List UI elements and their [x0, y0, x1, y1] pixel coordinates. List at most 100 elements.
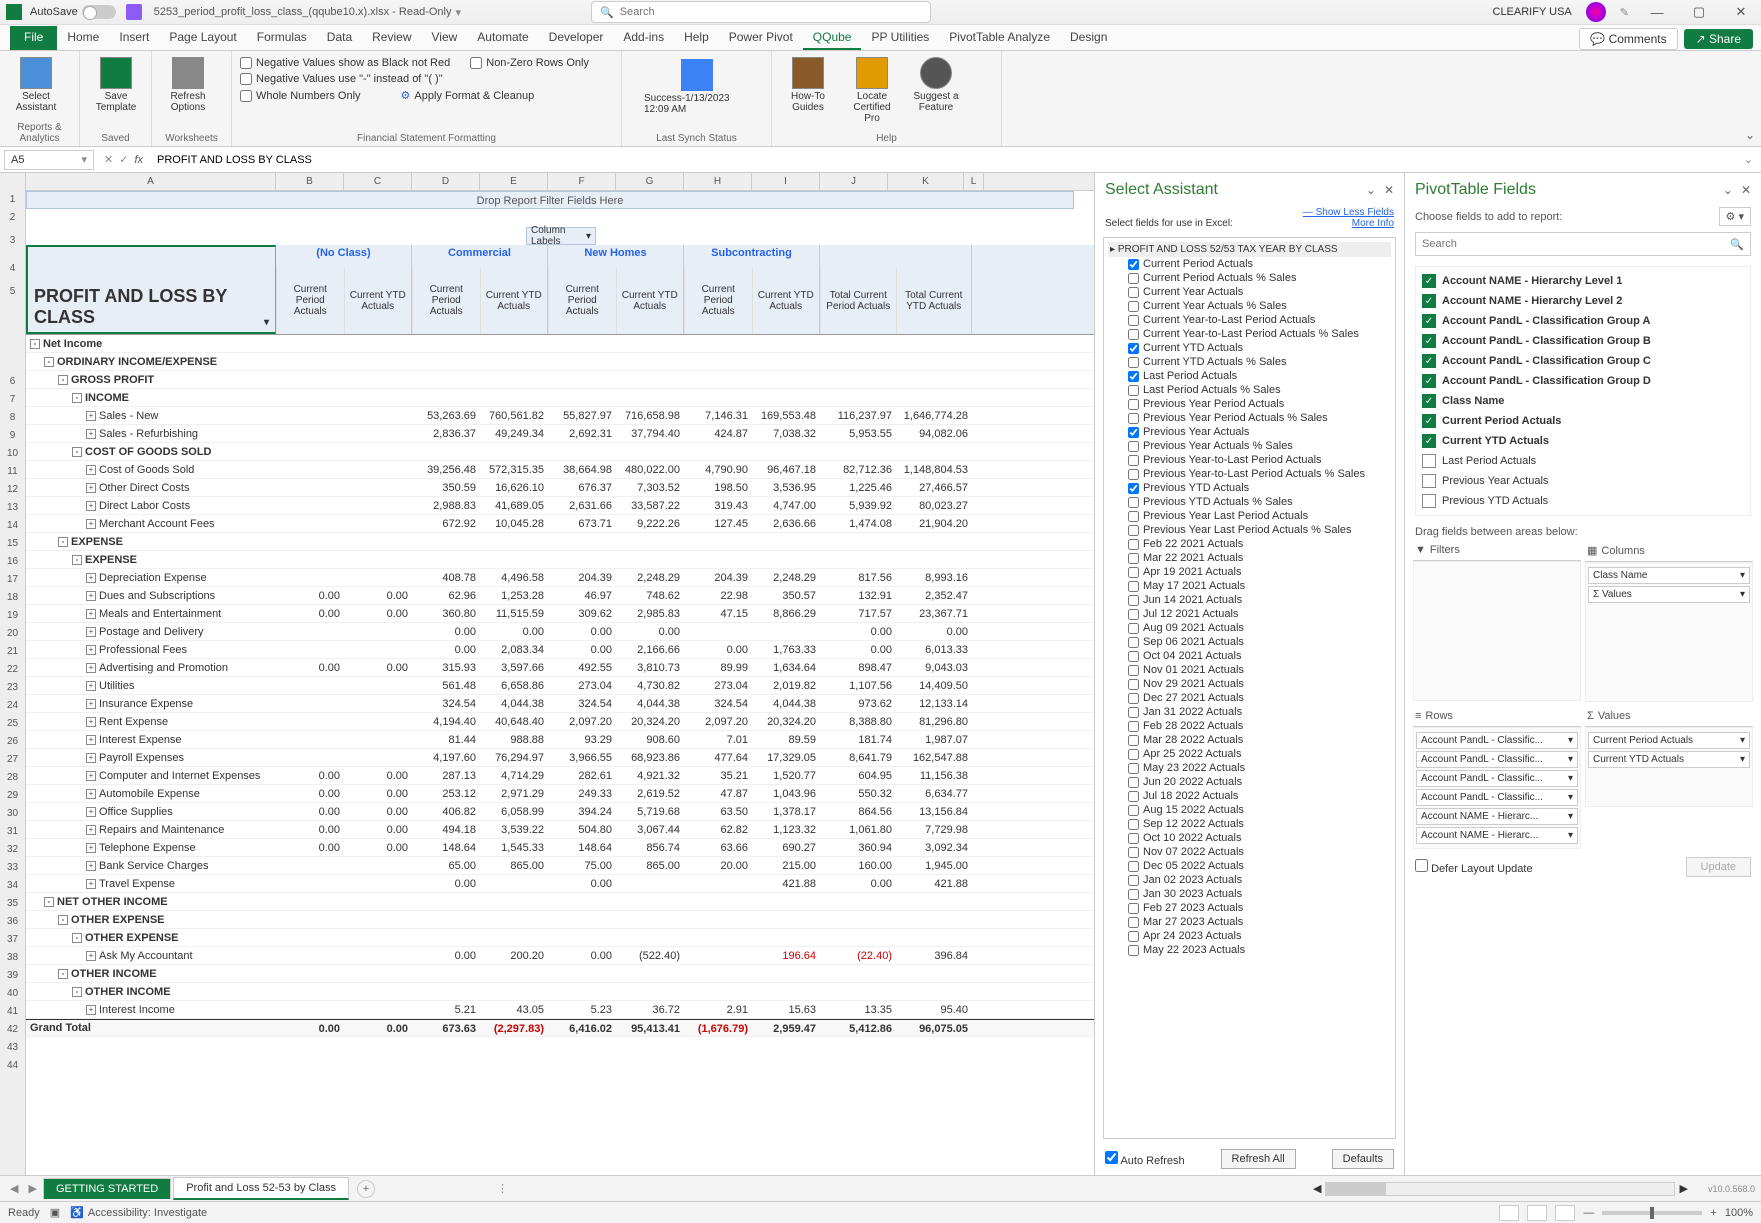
cell-value[interactable]: 8,641.79	[820, 749, 896, 766]
cell-value[interactable]	[344, 335, 412, 352]
cell-value[interactable]	[412, 335, 480, 352]
cell-value[interactable]: 864.56	[820, 803, 896, 820]
sa-field-checkbox[interactable]	[1128, 301, 1139, 312]
cell-value[interactable]	[276, 551, 344, 568]
cell-value[interactable]	[896, 551, 972, 568]
user-name[interactable]: CLEARIFY USA	[1493, 6, 1572, 18]
row-header-29[interactable]: 29	[0, 787, 25, 805]
sa-field-checkbox[interactable]	[1128, 525, 1139, 536]
pf-field-checkbox[interactable]: ✓	[1422, 294, 1436, 308]
accept-formula-icon[interactable]: ✓	[119, 153, 128, 166]
cell-value[interactable]	[344, 875, 412, 892]
sheet-tab-getting-started[interactable]: GETTING STARTED	[43, 1178, 171, 1199]
expand-icon[interactable]: +	[86, 717, 96, 727]
cell-value[interactable]	[616, 893, 684, 910]
cell-value[interactable]: 2,248.29	[752, 569, 820, 586]
sa-field-checkbox[interactable]	[1128, 805, 1139, 816]
cell-value[interactable]: 561.48	[412, 677, 480, 694]
sa-field-tree[interactable]: ▸ PROFIT AND LOSS 52/53 TAX YEAR BY CLAS…	[1103, 237, 1396, 1139]
sa-field-checkbox[interactable]	[1128, 385, 1139, 396]
hscroll-left-icon[interactable]: ◀	[1313, 1182, 1321, 1195]
sheet-nav-prev-icon[interactable]: ◀	[6, 1182, 22, 1195]
auto-refresh-checkbox[interactable]: Auto Refresh	[1105, 1151, 1185, 1167]
cell-value[interactable]: 12,133.14	[896, 695, 972, 712]
cell-value[interactable]	[276, 443, 344, 460]
pf-area-pill[interactable]: Account NAME - Hierarc...▾	[1416, 808, 1578, 825]
row-header-6[interactable]: 6	[0, 373, 25, 391]
sa-field-checkbox[interactable]	[1128, 497, 1139, 508]
cell-value[interactable]	[344, 407, 412, 424]
cell-value[interactable]: 80,023.27	[896, 497, 972, 514]
cell-value[interactable]	[276, 623, 344, 640]
cell-value[interactable]: 898.47	[820, 659, 896, 676]
cell-value[interactable]: 13,156.84	[896, 803, 972, 820]
cell-value[interactable]	[684, 443, 752, 460]
row-header-23[interactable]: 23	[0, 679, 25, 697]
cell-value[interactable]: 14,409.50	[896, 677, 972, 694]
cell-value[interactable]	[412, 443, 480, 460]
cell-value[interactable]: 8,388.80	[820, 713, 896, 730]
cell-value[interactable]: 908.60	[616, 731, 684, 748]
sa-field-checkbox[interactable]	[1128, 833, 1139, 844]
sa-field-item[interactable]: Jul 18 2022 Actuals	[1108, 789, 1391, 803]
sa-field-checkbox[interactable]	[1128, 693, 1139, 704]
sa-field-checkbox[interactable]	[1128, 455, 1139, 466]
cell-value[interactable]	[344, 731, 412, 748]
cell-value[interactable]	[684, 983, 752, 1000]
col-header-J[interactable]: J	[820, 173, 888, 190]
sa-field-item[interactable]: Mar 28 2022 Actuals	[1108, 733, 1391, 747]
cell-value[interactable]	[480, 875, 548, 892]
zoom-out-button[interactable]: —	[1583, 1207, 1594, 1219]
cell-value[interactable]: 196.64	[752, 947, 820, 964]
cell-value[interactable]: 0.00	[344, 767, 412, 784]
expand-icon[interactable]: +	[86, 699, 96, 709]
sa-field-item[interactable]: Previous Year-to-Last Period Actuals % S…	[1108, 467, 1391, 481]
cell-value[interactable]: 604.95	[820, 767, 896, 784]
suggest-feature-button[interactable]: Suggest a Feature	[908, 55, 964, 115]
row-header-39[interactable]: 39	[0, 967, 25, 985]
sheet-split-icon[interactable]: ⋮	[497, 1182, 508, 1195]
tab-pp-utilities[interactable]: PP Utilities	[861, 26, 939, 50]
cell-value[interactable]: 0.00	[548, 641, 616, 658]
cell-value[interactable]: 200.20	[480, 947, 548, 964]
maximize-button[interactable]: ▢	[1685, 4, 1713, 20]
cell-value[interactable]: 1,763.33	[752, 641, 820, 658]
pf-field-checkbox[interactable]: ✓	[1422, 354, 1436, 368]
cell-value[interactable]: 23,367.71	[896, 605, 972, 622]
cell-value[interactable]: 36.72	[616, 1001, 684, 1018]
row-header-11[interactable]: 11	[0, 463, 25, 481]
apply-format-button[interactable]: ⚙ Apply Format & Cleanup	[401, 87, 535, 104]
sa-field-checkbox[interactable]	[1128, 343, 1139, 354]
cell-value[interactable]: 4,714.29	[480, 767, 548, 784]
row-header-36[interactable]: 36	[0, 913, 25, 931]
cell-value[interactable]: 204.39	[548, 569, 616, 586]
cell-value[interactable]	[616, 911, 684, 928]
tab-qqube[interactable]: QQube	[803, 26, 862, 50]
expand-icon[interactable]: +	[86, 519, 96, 529]
cell-value[interactable]: 7,303.52	[616, 479, 684, 496]
cell-value[interactable]	[896, 353, 972, 370]
cell-value[interactable]	[896, 371, 972, 388]
cell-value[interactable]	[480, 911, 548, 928]
cell-value[interactable]: 4,921.32	[616, 767, 684, 784]
cell-value[interactable]: 148.64	[548, 839, 616, 856]
sa-field-item[interactable]: Current Period Actuals	[1108, 257, 1391, 271]
sa-field-item[interactable]: Nov 29 2021 Actuals	[1108, 677, 1391, 691]
sa-field-checkbox[interactable]	[1128, 371, 1139, 382]
formula-input[interactable]	[151, 150, 1736, 170]
cell-value[interactable]	[752, 371, 820, 388]
row-header-33[interactable]: 33	[0, 859, 25, 877]
sa-field-item[interactable]: Oct 04 2021 Actuals	[1108, 649, 1391, 663]
sa-field-item[interactable]: Previous Year Last Period Actuals	[1108, 509, 1391, 523]
expand-icon[interactable]: +	[86, 483, 96, 493]
row-headers[interactable]: 1234567891011121314151617181920212223242…	[0, 173, 26, 1175]
cell-value[interactable]: 13.35	[820, 1001, 896, 1018]
pf-gear-icon[interactable]: ⚙ ▾	[1719, 207, 1751, 226]
pf-field-item[interactable]: ✓Account NAME - Hierarchy Level 2	[1420, 291, 1746, 311]
pf-close-icon[interactable]: ✕	[1741, 183, 1751, 197]
cell-value[interactable]: 5,953.55	[820, 425, 896, 442]
cell-value[interactable]: 1,474.08	[820, 515, 896, 532]
expand-icon[interactable]: +	[86, 807, 96, 817]
cell-value[interactable]: 350.59	[412, 479, 480, 496]
cell-value[interactable]	[344, 857, 412, 874]
